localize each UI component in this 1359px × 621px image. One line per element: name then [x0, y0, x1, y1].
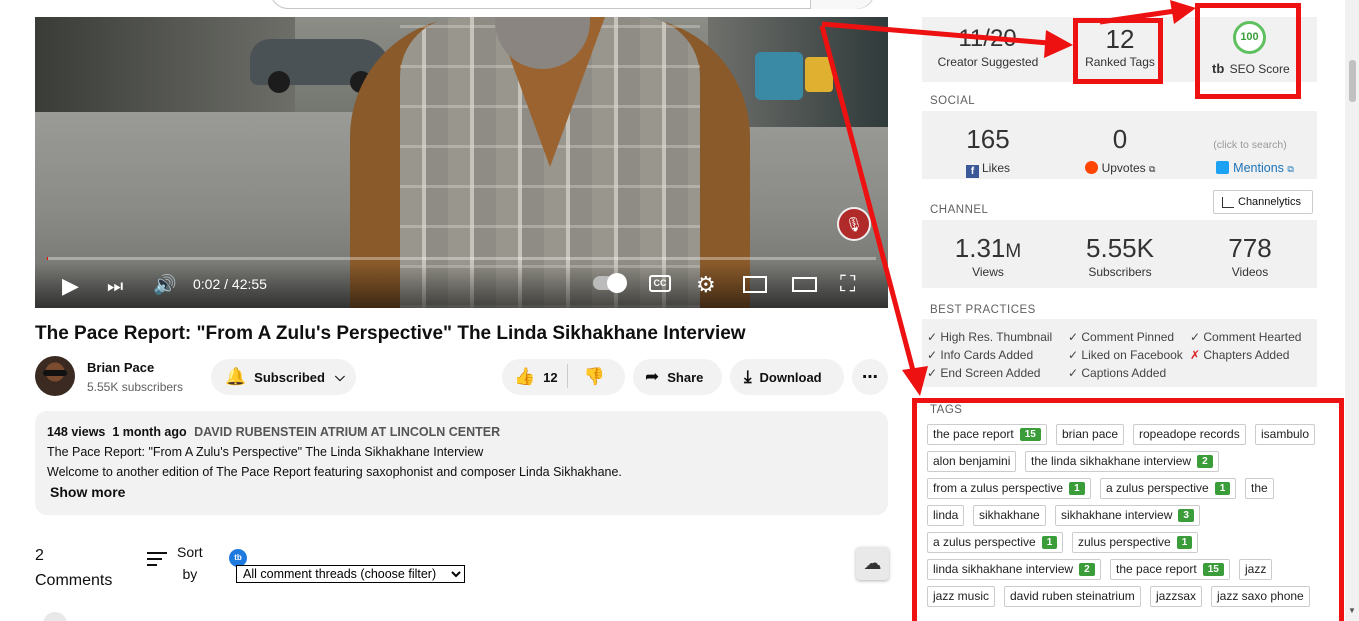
tag-label: alon benjamini [933, 454, 1011, 468]
tag-chip[interactable]: sikhakhane interview 3 [1055, 505, 1200, 526]
tag-label: the pace report [933, 427, 1014, 441]
tag-chip[interactable]: isambulo [1255, 424, 1316, 445]
scroll-down-arrow-icon[interactable]: ▼ [1348, 606, 1356, 615]
best-practice-item: ✓ Info Cards Added [927, 348, 1033, 362]
tag-rank-badge: 2 [1079, 563, 1095, 576]
tag-label: ropeadope records [1139, 427, 1240, 441]
best-practice-item: ✓ Liked on Facebook [1068, 348, 1183, 362]
cross-icon: ✗ [1190, 348, 1204, 362]
check-icon: ✓ [1190, 330, 1204, 344]
tag-rank-badge: 1 [1041, 536, 1058, 549]
tag-rank-badge: 1 [1069, 482, 1085, 495]
tag-label: from a zulus perspective [933, 481, 1064, 495]
best-practice-label: High Res. Thumbnail [940, 330, 1053, 344]
best-practice-item: ✓ High Res. Thumbnail [927, 330, 1052, 344]
tag-label: linda sikhakhane interview [933, 562, 1074, 576]
tag-rank-badge: 1 [1176, 536, 1193, 549]
tag-label: the linda sikhakhane interview [1031, 454, 1192, 468]
check-icon: ✓ [927, 366, 941, 380]
tag-chip[interactable]: brian pace [1056, 424, 1125, 445]
check-icon: ✓ [1068, 330, 1082, 344]
tag-chip[interactable]: linda sikhakhane interview 2 [927, 559, 1101, 580]
best-practice-label: End Screen Added [940, 366, 1041, 380]
annotation-arrows [819, 0, 1196, 396]
tag-chip[interactable]: alon benjamini [927, 451, 1017, 472]
tag-label: jazz music [933, 589, 990, 603]
best-practice-label: Liked on Facebook [1081, 348, 1183, 362]
best-practice-item: ✓ Comment Pinned [1068, 330, 1174, 344]
scrollbar-thumb[interactable] [1349, 60, 1356, 102]
tag-chip[interactable]: jazz saxo phone [1211, 586, 1310, 607]
tag-label: the pace report [1116, 562, 1197, 576]
best-practice-label: Comment Hearted [1203, 330, 1302, 344]
tag-chip[interactable]: the pace report 15 [927, 424, 1047, 445]
tag-rank-badge: 1 [1214, 482, 1231, 495]
tag-label: the [1251, 481, 1268, 495]
tag-chip[interactable]: from a zulus perspective 1 [927, 478, 1091, 499]
best-practice-label: Info Cards Added [940, 348, 1034, 362]
tag-chip[interactable]: the [1245, 478, 1274, 499]
tag-label: jazz [1245, 562, 1267, 576]
tag-rank-badge: 2 [1197, 455, 1213, 468]
tag-chip[interactable]: a zulus perspective 1 [927, 532, 1064, 553]
tag-chip[interactable]: sikhakhane [973, 505, 1046, 526]
tag-label: a zulus perspective [1106, 481, 1209, 495]
tag-chip[interactable]: linda [927, 505, 965, 526]
best-practice-item: ✗ Chapters Added [1190, 348, 1289, 362]
best-practice-item: ✓ Captions Added [1068, 366, 1166, 380]
tag-label: isambulo [1261, 427, 1310, 441]
tag-label: zulus perspective [1078, 535, 1171, 549]
best-practice-label: Chapters Added [1203, 348, 1290, 362]
tag-chip[interactable]: jazzsax [1150, 586, 1203, 607]
check-icon: ✓ [1068, 348, 1082, 362]
tag-rank-badge: 15 [1019, 428, 1041, 441]
check-icon: ✓ [927, 348, 941, 362]
tag-chip[interactable]: the linda sikhakhane interview 2 [1025, 451, 1219, 472]
tag-chip[interactable]: the pace report 15 [1110, 559, 1230, 580]
tag-rank-badge: 15 [1202, 563, 1224, 576]
youtube-watch-page: 🎙 ▶ ⏭ 🔊 0:02 / 42:55 CC ⚙ ⛶ The Pace Rep… [0, 0, 1359, 621]
tag-chip[interactable]: ropeadope records [1133, 424, 1246, 445]
tag-chip[interactable]: jazz [1239, 559, 1273, 580]
check-icon: ✓ [1068, 366, 1082, 380]
best-practice-label: Comment Pinned [1081, 330, 1175, 344]
tag-label: brian pace [1062, 427, 1119, 441]
tag-chip[interactable]: a zulus perspective 1 [1100, 478, 1237, 499]
tag-chip[interactable]: zulus perspective 1 [1072, 532, 1199, 553]
best-practice-item: ✓ Comment Hearted [1190, 330, 1301, 344]
tag-label: jazzsax [1156, 589, 1197, 603]
check-icon: ✓ [927, 330, 941, 344]
tag-label: sikhakhane [979, 508, 1040, 522]
best-practice-label: Captions Added [1081, 366, 1167, 380]
tag-label: david ruben steinatrium [1010, 589, 1135, 603]
tag-label: sikhakhane interview [1061, 508, 1173, 522]
tag-chip[interactable]: david ruben steinatrium [1004, 586, 1141, 607]
tag-chip[interactable]: jazz music [927, 586, 996, 607]
tag-rank-badge: 3 [1178, 509, 1194, 522]
best-practice-item: ✓ End Screen Added [927, 366, 1040, 380]
tag-label: linda [933, 508, 959, 522]
tag-label: a zulus perspective [933, 535, 1036, 549]
tag-label: jazz saxo phone [1217, 589, 1304, 603]
